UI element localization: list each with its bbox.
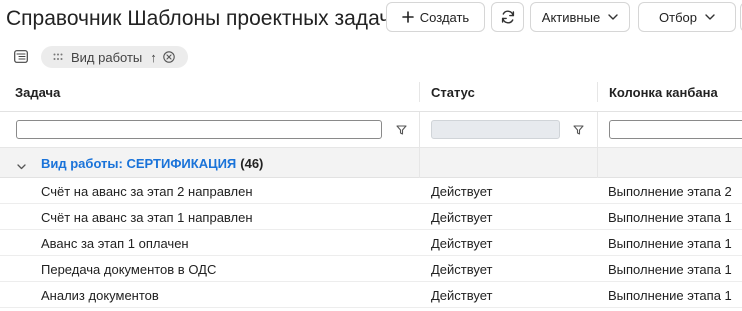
filter-dropdown[interactable]: Отбор	[638, 2, 736, 32]
column-divider	[419, 148, 420, 178]
kanban-filter-input[interactable]	[609, 120, 742, 139]
table-row[interactable]: Анализ документов Действует Выполнение э…	[0, 282, 742, 308]
column-divider[interactable]	[419, 82, 420, 102]
task-filter-input[interactable]	[16, 120, 382, 139]
task-cell: Анализ документов	[41, 288, 159, 303]
plus-icon	[401, 11, 414, 23]
column-divider	[597, 112, 598, 148]
task-cell: Аванс за этап 1 оплачен	[41, 236, 189, 251]
kanban-cell: Выполнение этапа 1	[608, 262, 732, 277]
refresh-icon	[500, 9, 516, 25]
task-cell: Счёт на аванс за этап 2 направлен	[41, 184, 253, 199]
kanban-cell: Выполнение этапа 1	[608, 236, 732, 251]
table-row[interactable]: Счёт на аванс за этап 2 направлен Действ…	[0, 178, 742, 204]
group-chip-label: Вид работы	[71, 49, 143, 65]
group-label: Вид работы: СЕРТИФИКАЦИЯ (46)	[41, 156, 263, 171]
column-header-kanban[interactable]: Колонка канбана	[609, 85, 718, 100]
active-dropdown[interactable]: Активные	[530, 2, 630, 32]
group-count: (46)	[240, 156, 264, 171]
group-chip[interactable]: Вид работы ↑	[41, 46, 188, 68]
group-settings-icon[interactable]	[14, 50, 28, 68]
status-cell: Действует	[431, 184, 493, 199]
chevron-down-icon	[608, 14, 618, 20]
close-circle-icon[interactable]	[163, 51, 175, 63]
group-name: Вид работы: СЕРТИФИКАЦИЯ	[41, 156, 237, 171]
group-row[interactable]: Вид работы: СЕРТИФИКАЦИЯ (46)	[0, 148, 742, 178]
status-cell: Действует	[431, 262, 493, 277]
chevron-down-icon[interactable]	[17, 157, 26, 175]
chevron-down-icon	[705, 14, 715, 20]
grouping-bar: Вид работы ↑	[0, 42, 742, 72]
table-header: Задача Статус Колонка канбана	[0, 72, 742, 112]
create-label: Создать	[419, 9, 470, 25]
kanban-cell: Выполнение этапа 1	[608, 210, 732, 225]
toolbar: Справочник Шаблоны проектных задач Созда…	[0, 0, 742, 40]
sort-arrow[interactable]: ↑	[150, 50, 157, 65]
column-divider	[597, 148, 598, 178]
filter-label: Отбор	[659, 9, 697, 25]
kanban-cell: Выполнение этапа 1	[608, 288, 732, 303]
column-header-status[interactable]: Статус	[431, 85, 475, 100]
create-button[interactable]: Создать	[386, 2, 485, 32]
status-filter-input[interactable]	[431, 120, 560, 139]
filter-icon[interactable]	[573, 122, 584, 140]
filter-icon[interactable]	[396, 122, 407, 140]
task-cell: Счёт на аванс за этап 1 направлен	[41, 210, 253, 225]
status-cell: Действует	[431, 288, 493, 303]
page-title: Справочник Шаблоны проектных задач	[6, 7, 391, 30]
table-row[interactable]: Счёт на аванс за этап 1 направлен Действ…	[0, 204, 742, 230]
column-header-task[interactable]: Задача	[15, 85, 60, 100]
table-row[interactable]: Передача документов в ОДС Действует Выпо…	[0, 256, 742, 282]
kanban-cell: Выполнение этапа 2	[608, 184, 732, 199]
drag-handle-icon[interactable]	[53, 53, 63, 61]
column-divider[interactable]	[597, 82, 598, 102]
status-cell: Действует	[431, 210, 493, 225]
column-divider	[419, 112, 420, 148]
filter-row	[0, 112, 742, 148]
table-row[interactable]: Аванс за этап 1 оплачен Действует Выполн…	[0, 230, 742, 256]
task-cell: Передача документов в ОДС	[41, 262, 217, 277]
refresh-button[interactable]	[491, 2, 524, 32]
active-label: Активные	[541, 9, 601, 25]
status-cell: Действует	[431, 236, 493, 251]
